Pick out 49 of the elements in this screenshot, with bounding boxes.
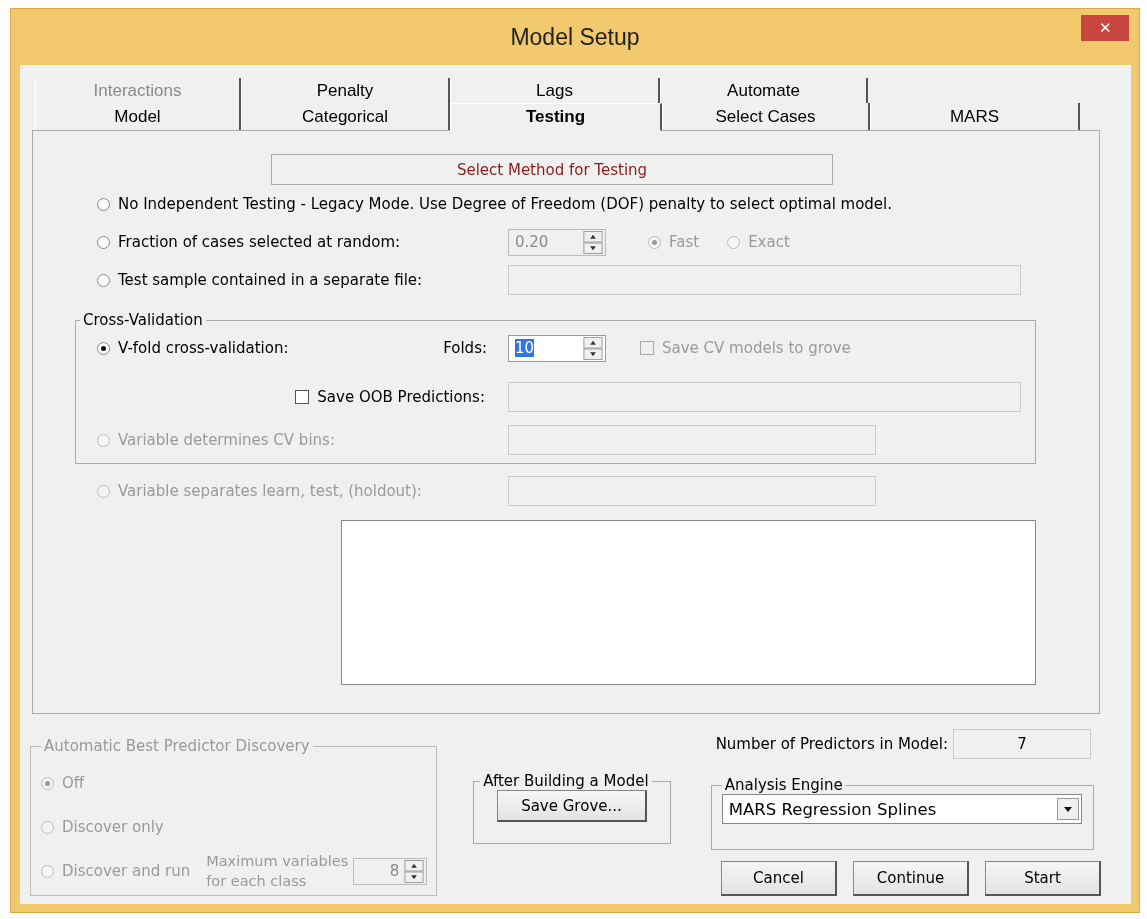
option-label: Discover only — [62, 818, 164, 836]
tab[interactable]: Lags — [450, 78, 660, 103]
option-label: Test sample contained in a separate file: — [118, 271, 423, 289]
dialog-button[interactable]: Cancel — [721, 861, 837, 896]
engine-dropdown[interactable]: MARS Regression Splines — [721, 794, 1082, 824]
tab[interactable]: Model — [35, 103, 241, 131]
checkbox[interactable] — [295, 390, 310, 404]
radio-button[interactable] — [97, 197, 110, 211]
option-label: Save CV models to grove — [662, 339, 851, 357]
group-title: Cross-Validation — [82, 311, 204, 329]
predictors-count: 7 — [953, 729, 1091, 759]
input-field[interactable] — [508, 425, 876, 455]
tab[interactable]: Automate — [660, 78, 868, 103]
option-label: V-fold cross-validation: — [118, 339, 289, 357]
tab[interactable]: MARS — [870, 103, 1080, 131]
spin-arrows-icon[interactable] — [403, 859, 426, 883]
option-label: Exact — [748, 233, 790, 251]
predictors-label: Number of Predictors in Model: — [715, 735, 948, 753]
spin-arrows-icon[interactable] — [582, 336, 604, 360]
radio-button[interactable] — [97, 235, 110, 249]
option-label: Fast — [669, 233, 700, 251]
option-label: Maximum variables for each class — [206, 852, 350, 891]
tab[interactable]: Select Cases — [662, 103, 870, 131]
option-label: Fraction of cases selected at random: — [118, 233, 401, 251]
option-label: Save OOB Predictions: — [317, 388, 485, 406]
input-field[interactable] — [508, 382, 1021, 412]
group-title: Automatic Best Predictor Discovery — [43, 737, 311, 755]
group-title: After Building a Model — [482, 772, 650, 790]
option-label: Folds: — [443, 339, 487, 357]
tab[interactable]: Penalty — [241, 78, 450, 103]
window-title: Model Setup — [510, 23, 640, 51]
close-button[interactable]: ✕ — [1081, 15, 1129, 41]
group-title: Analysis Engine — [723, 776, 844, 794]
radio-button[interactable] — [97, 273, 110, 287]
option-label: No Independent Testing - Legacy Mode. Use Degree of Freedom (DOF) penalty to select optimal model. — [118, 195, 893, 213]
option-label: Off — [62, 774, 85, 792]
option-label: Discover and run — [62, 862, 191, 880]
spin-field[interactable]: 10 — [508, 334, 606, 362]
tab[interactable]: Testing — [450, 103, 662, 131]
option-label: Variable determines CV bins: — [118, 431, 335, 449]
radio-button[interactable] — [97, 341, 110, 355]
save-grove-button[interactable]: Save Grove... — [497, 790, 647, 822]
dialog-button[interactable]: Continue — [853, 861, 969, 896]
input-field[interactable] — [508, 265, 1021, 295]
input-field[interactable] — [508, 476, 876, 506]
tab[interactable]: Categorical — [241, 103, 450, 131]
section-heading: Select Method for Testing — [271, 154, 833, 185]
option-label: Variable separates learn, test, (holdout): — [118, 482, 422, 500]
dialog-button[interactable]: Start — [985, 861, 1101, 896]
